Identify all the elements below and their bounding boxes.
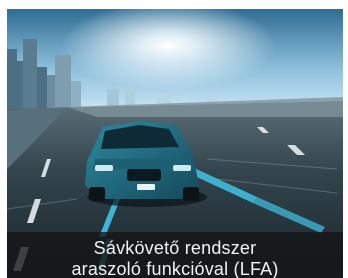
caption-subtitle: araszoló funkcióval (LFA)	[71, 259, 279, 278]
caption-title: Sávkövető rendszer	[93, 238, 257, 258]
image-caption: Sávkövető rendszer araszoló funkcióval (…	[7, 232, 343, 278]
promo-image-frame: Sávkövető rendszer araszoló funkcióval (…	[7, 9, 343, 278]
